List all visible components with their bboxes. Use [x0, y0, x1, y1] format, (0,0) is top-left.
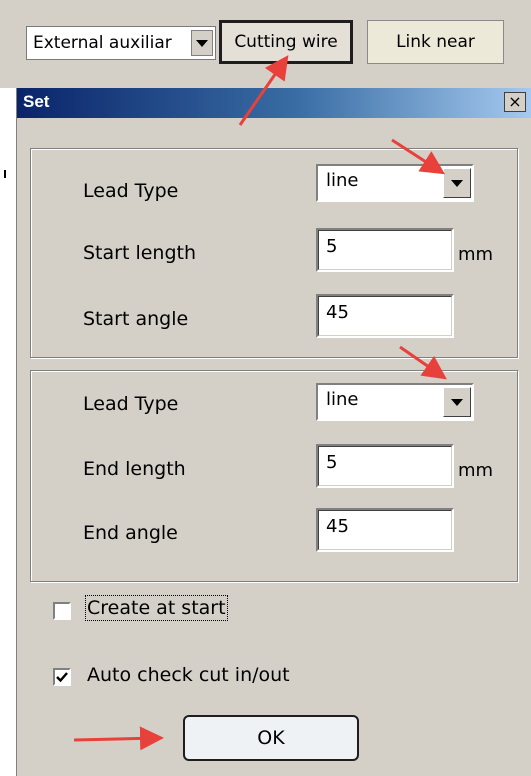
mode-dropdown-value: External auxiliar [33, 33, 172, 53]
start-length-input[interactable]: 5 [316, 228, 454, 272]
auto-check-checkbox[interactable] [53, 668, 71, 686]
mode-dropdown[interactable]: External auxiliar [26, 26, 216, 60]
check-icon [56, 672, 68, 683]
end-lead-type-label: Lead Type [83, 393, 179, 415]
chevron-down-icon[interactable] [191, 30, 213, 56]
end-length-input[interactable]: 5 [316, 444, 454, 488]
end-angle-label: End angle [83, 522, 178, 544]
end-angle-value: 45 [326, 516, 349, 537]
edge-tick [4, 170, 6, 178]
create-at-start-checkbox[interactable] [53, 602, 71, 620]
dialog-title: Set [23, 92, 50, 111]
end-length-label: End length [83, 458, 186, 480]
start-lead-type-label: Lead Type [83, 180, 179, 202]
end-lead-type-select[interactable]: line [316, 383, 474, 421]
start-angle-value: 45 [326, 302, 349, 323]
start-length-label: Start length [83, 242, 197, 264]
start-length-value: 5 [326, 236, 338, 257]
auto-check-label[interactable]: Auto check cut in/out [87, 664, 290, 686]
start-angle-label: Start angle [83, 308, 189, 330]
start-lead-type-select[interactable]: line [316, 164, 474, 202]
chevron-down-icon[interactable] [443, 168, 471, 198]
create-at-start-label[interactable]: Create at start [85, 595, 228, 621]
background-edge [0, 88, 16, 776]
start-angle-input[interactable]: 45 [316, 294, 454, 338]
end-length-unit: mm [458, 460, 494, 481]
close-icon[interactable]: × [504, 92, 526, 112]
toolbar: External auxiliar Cutting wire Link near [0, 0, 531, 88]
end-angle-input[interactable]: 45 [316, 508, 454, 552]
dialog-titlebar[interactable]: Set × [17, 88, 531, 118]
set-dialog: Set × Lead Type line Start length 5 mm S… [16, 88, 531, 776]
end-length-value: 5 [326, 452, 338, 473]
start-length-unit: mm [458, 244, 494, 265]
start-length-inner [318, 230, 452, 270]
link-near-button[interactable]: Link near [367, 20, 504, 64]
end-lead-type-value: line [326, 389, 359, 410]
start-lead-type-value: line [326, 170, 359, 191]
ok-button[interactable]: OK [183, 715, 359, 761]
end-length-inner [318, 446, 452, 486]
cutting-wire-button[interactable]: Cutting wire [219, 20, 353, 64]
chevron-down-icon[interactable] [443, 387, 471, 417]
